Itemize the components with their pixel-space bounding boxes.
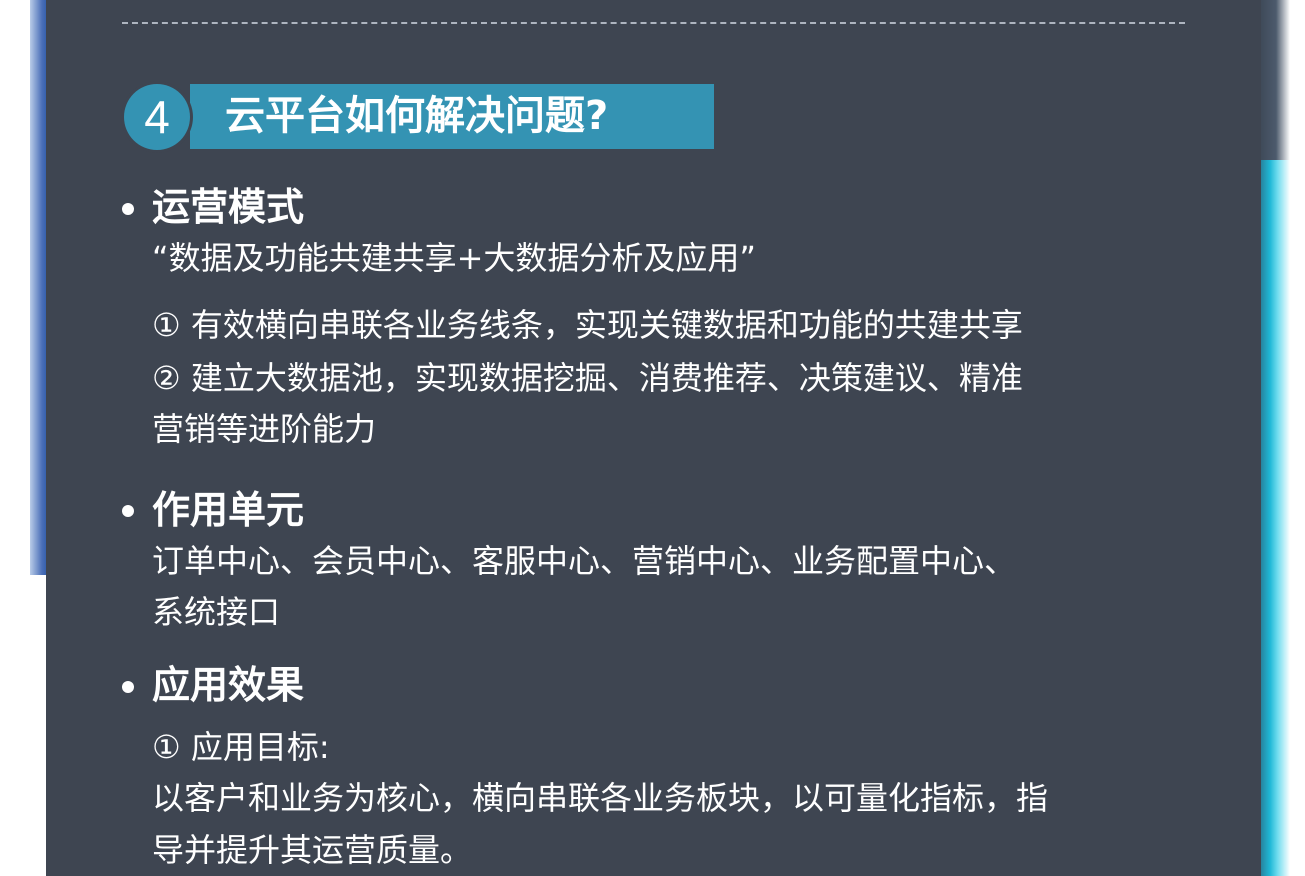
block-text-line: “数据及功能共建共享+大数据分析及应用” xyxy=(152,239,756,277)
section-title: 云平台如何解决问题? xyxy=(225,93,609,139)
section-number-badge: 4 xyxy=(124,84,190,150)
bullet-dot xyxy=(122,505,134,517)
block-text-line: ② 建立大数据池，实现数据挖掘、消费推荐、决策建议、精准 xyxy=(152,359,1023,397)
block-text-line: 导并提升其运营质量。 xyxy=(152,831,473,869)
block-text-line: ① 应用目标: xyxy=(152,728,330,766)
block-heading-function-units: 作用单元 xyxy=(152,488,305,532)
block-text-line: 营销等进阶能力 xyxy=(152,410,377,448)
block-text-line: 系统接口 xyxy=(152,593,281,631)
block-text-line: 以客户和业务为核心，横向串联各业务板块，以可量化指标，指 xyxy=(152,779,1049,817)
block-text-line: 订单中心、会员中心、客服中心、营销中心、业务配置中心、 xyxy=(152,542,1017,580)
block-text-line: ① 有效横向串联各业务线条，实现关键数据和功能的共建共享 xyxy=(152,306,1023,344)
dashed-divider xyxy=(122,22,1185,24)
block-heading-operation-mode: 运营模式 xyxy=(152,185,305,229)
block-heading-application-effect: 应用效果 xyxy=(152,663,305,707)
bullet-dot xyxy=(122,681,134,693)
bullet-dot xyxy=(122,203,134,215)
slide: 4 云平台如何解决问题? 运营模式 “数据及功能共建共享+大数据分析及应用” ①… xyxy=(0,0,1305,876)
